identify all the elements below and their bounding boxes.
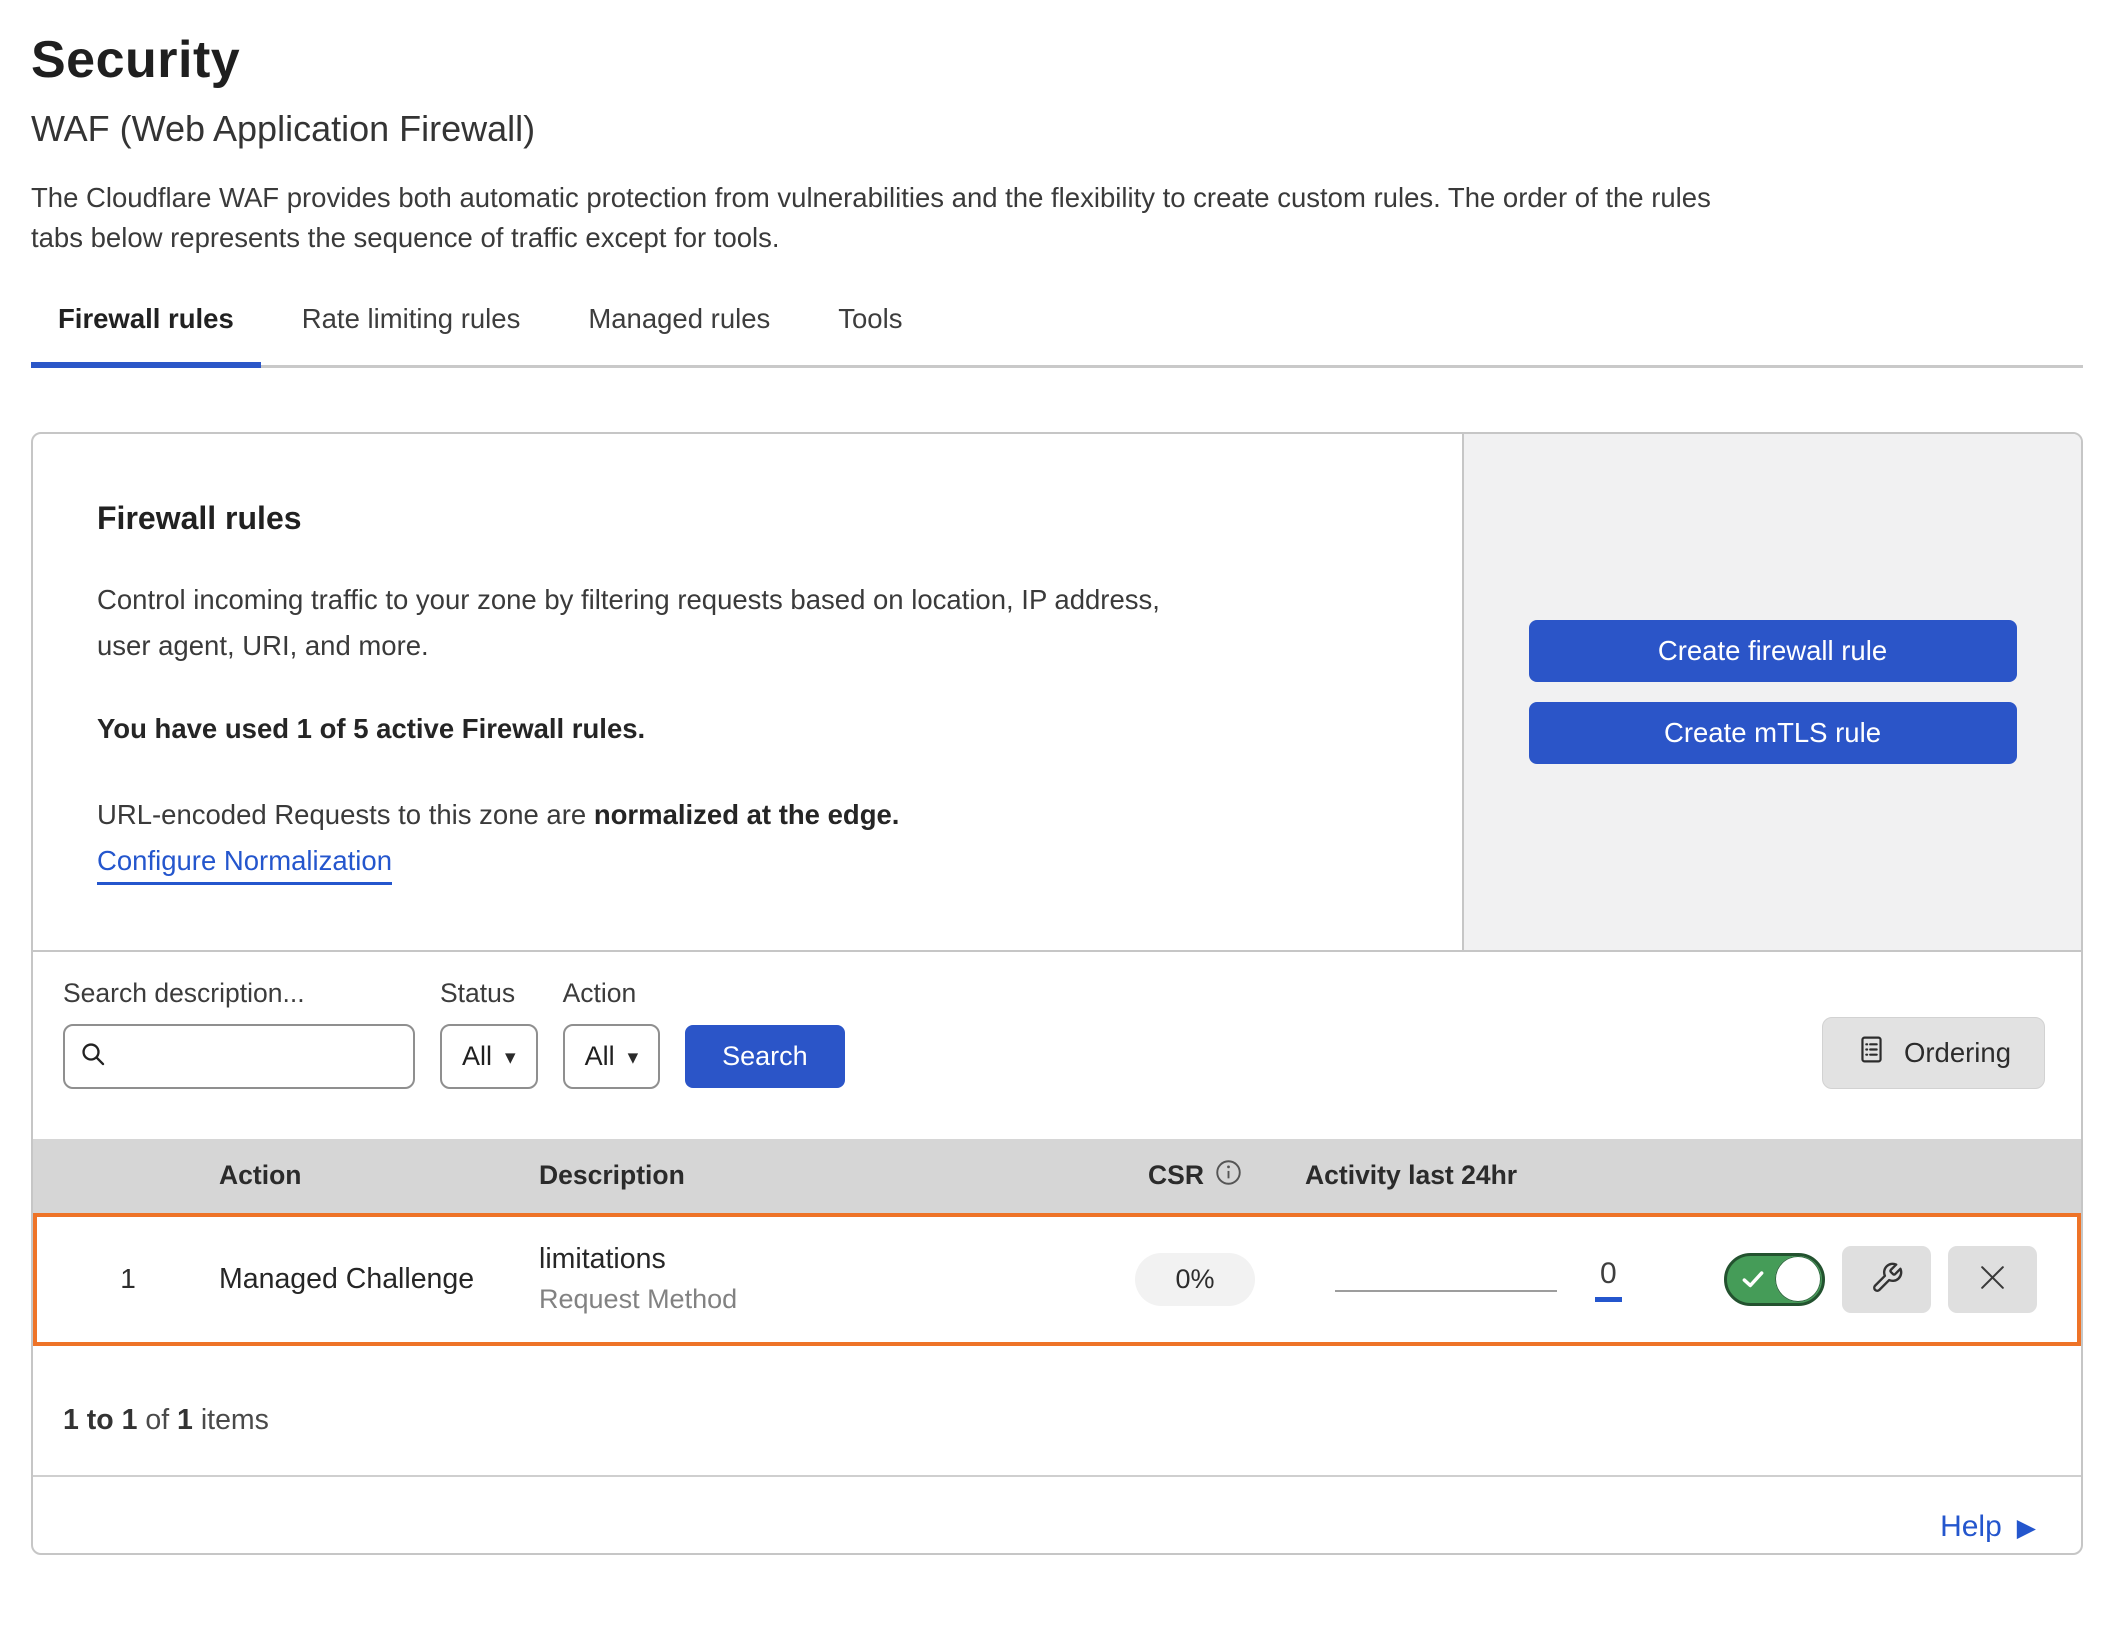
search-icon xyxy=(79,1040,107,1073)
rule-activity-cell: 0 xyxy=(1291,1257,1721,1302)
rules-table-header: Action Description CSR Activity last 24h… xyxy=(33,1139,2081,1213)
edit-rule-button[interactable] xyxy=(1842,1246,1931,1313)
rule-expression: Request Method xyxy=(539,1284,1099,1315)
toggle-knob xyxy=(1775,1256,1821,1302)
waf-page: Security WAF (Web Application Firewall) … xyxy=(0,0,2114,1555)
table-row[interactable]: 1 Managed Challenge limitations Request … xyxy=(33,1213,2081,1346)
ordering-button[interactable]: Ordering xyxy=(1822,1017,2045,1089)
panel-heading: Firewall rules xyxy=(97,500,1398,537)
rule-description: limitations xyxy=(539,1243,1099,1276)
rule-description-cell: limitations Request Method xyxy=(539,1243,1099,1315)
rule-priority: 1 xyxy=(37,1263,219,1295)
wrench-icon xyxy=(1870,1261,1904,1298)
ordering-list-icon xyxy=(1856,1034,1887,1072)
chevron-down-icon: ▾ xyxy=(628,1045,639,1070)
help-link[interactable]: Help ▶ xyxy=(1940,1510,2036,1544)
action-select[interactable]: All ▾ xyxy=(563,1024,661,1089)
normalization-bold-text: normalized at the edge. xyxy=(594,799,900,830)
header-csr-label: CSR xyxy=(1148,1160,1204,1191)
chevron-down-icon: ▾ xyxy=(505,1045,516,1070)
header-csr: CSR xyxy=(1099,1159,1291,1193)
tab-rate-limiting-rules[interactable]: Rate limiting rules xyxy=(275,303,548,365)
status-field: Status All ▾ xyxy=(440,978,538,1089)
panel-description: Control incoming traffic to your zone by… xyxy=(97,577,1398,669)
header-action: Action xyxy=(219,1160,539,1191)
normalization-note: URL-encoded Requests to this zone are no… xyxy=(97,799,1398,831)
header-activity: Activity last 24hr xyxy=(1291,1160,1721,1191)
help-label: Help xyxy=(1940,1510,2002,1544)
pagination-summary: 1 to 1 of 1 items xyxy=(33,1346,2081,1477)
status-selected-value: All xyxy=(462,1041,492,1072)
page-title: Security xyxy=(31,30,2083,90)
tab-firewall-rules[interactable]: Firewall rules xyxy=(31,303,261,365)
normalization-text: URL-encoded Requests to this zone are xyxy=(97,799,594,830)
rule-csr-cell: 0% xyxy=(1099,1253,1291,1306)
rule-enabled-toggle[interactable] xyxy=(1724,1253,1825,1306)
items-range: 1 to 1 xyxy=(63,1404,137,1436)
tab-managed-rules[interactable]: Managed rules xyxy=(561,303,797,365)
items-word: items xyxy=(193,1404,269,1436)
arrow-right-icon: ▶ xyxy=(2017,1513,2036,1543)
activity-count-link[interactable]: 0 xyxy=(1595,1257,1622,1302)
create-mtls-rule-button[interactable]: Create mTLS rule xyxy=(1529,702,2017,764)
close-icon xyxy=(1976,1261,2009,1297)
waf-tab-bar: Firewall rules Rate limiting rules Manag… xyxy=(31,303,2083,368)
firewall-rules-info: Firewall rules Control incoming traffic … xyxy=(33,434,1462,950)
info-icon[interactable] xyxy=(1215,1159,1242,1193)
search-field: Search description... xyxy=(63,978,415,1089)
help-row: Help ▶ xyxy=(33,1477,2081,1553)
activity-sparkline xyxy=(1335,1290,1557,1292)
csr-badge: 0% xyxy=(1135,1253,1254,1306)
delete-rule-button[interactable] xyxy=(1948,1246,2037,1313)
page-description: The Cloudflare WAF provides both automat… xyxy=(31,178,2083,259)
search-label: Search description... xyxy=(63,978,415,1009)
action-field: Action All ▾ xyxy=(563,978,661,1089)
card-top-section: Firewall rules Control incoming traffic … xyxy=(33,434,2081,950)
rule-action: Managed Challenge xyxy=(219,1263,539,1296)
ordering-button-label: Ordering xyxy=(1904,1037,2011,1069)
status-label: Status xyxy=(440,978,538,1009)
firewall-rules-card: Firewall rules Control incoming traffic … xyxy=(31,432,2083,1555)
configure-normalization-link[interactable]: Configure Normalization xyxy=(97,845,392,885)
action-label: Action xyxy=(563,978,661,1009)
filter-controls: Search description... Status All xyxy=(63,978,845,1089)
check-icon xyxy=(1740,1266,1766,1292)
action-selected-value: All xyxy=(585,1041,615,1072)
search-button[interactable]: Search xyxy=(685,1025,845,1088)
filter-bar: Search description... Status All xyxy=(33,950,2081,1139)
usage-summary: You have used 1 of 5 active Firewall rul… xyxy=(97,713,1398,745)
search-input[interactable] xyxy=(117,1040,456,1073)
rule-controls xyxy=(1721,1246,2077,1313)
items-total: 1 xyxy=(177,1404,193,1436)
create-firewall-rule-button[interactable]: Create firewall rule xyxy=(1529,620,2017,682)
status-select[interactable]: All ▾ xyxy=(440,1024,538,1089)
page-subtitle: WAF (Web Application Firewall) xyxy=(31,108,2083,150)
header-description: Description xyxy=(539,1160,1099,1191)
actions-panel: Create firewall rule Create mTLS rule xyxy=(1462,434,2081,950)
tab-tools[interactable]: Tools xyxy=(811,303,929,365)
of-word: of xyxy=(137,1404,177,1436)
search-input-box[interactable] xyxy=(63,1024,415,1089)
